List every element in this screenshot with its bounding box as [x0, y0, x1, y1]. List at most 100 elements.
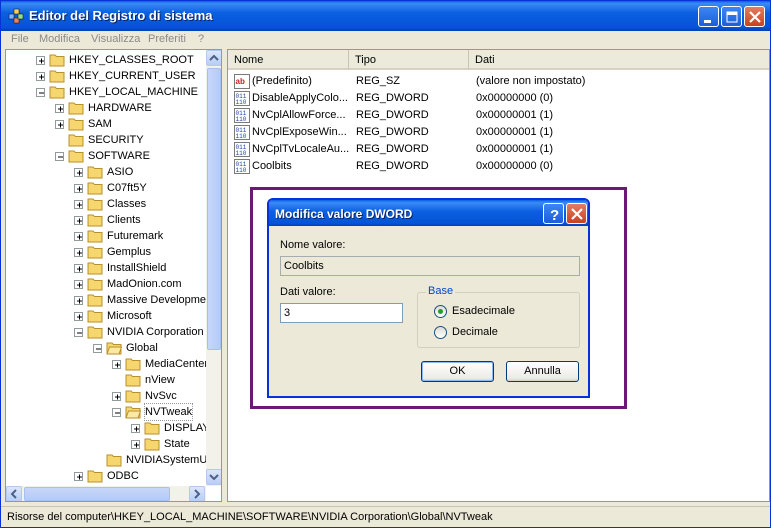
expand-icon[interactable]: [131, 440, 140, 449]
menu-visualizza[interactable]: Visualizza: [91, 33, 140, 45]
dialog-close-button[interactable]: [566, 203, 587, 224]
folder-icon: [87, 310, 103, 323]
value-row[interactable]: ab (Predefinito) REG_SZ (valore non imposta…: [228, 73, 768, 90]
tree-item-label: Clients: [107, 214, 141, 226]
tree-item-label: HKEY_LOCAL_MACHINE: [69, 86, 198, 98]
expand-icon[interactable]: [74, 216, 83, 225]
binary-value-icon: 011110: [234, 125, 250, 140]
value-name: NvCplTvLocaleAu...: [252, 143, 350, 155]
dialog-title-bar[interactable]: Modifica valore DWORD ?: [269, 200, 588, 226]
expand-icon[interactable]: [112, 360, 121, 369]
binary-value-icon: 011110: [234, 108, 250, 123]
tree-item-label: NVTweak: [143, 403, 194, 421]
menu-help[interactable]: ?: [198, 33, 204, 45]
tree-item-label: Global: [126, 342, 158, 354]
scroll-thumb-horizontal[interactable]: [24, 487, 170, 501]
radio-decimal-label[interactable]: Decimale: [452, 326, 498, 338]
expand-icon[interactable]: [74, 200, 83, 209]
value-data: 0x00000001 (1): [476, 109, 554, 121]
radio-hex-label[interactable]: Esadecimale: [452, 305, 515, 317]
collapse-icon[interactable]: [74, 328, 83, 337]
column-header-tipo[interactable]: Tipo: [349, 50, 469, 70]
key-tree[interactable]: HKEY_CLASSES_ROOT HKEY_CURRENT_USER HKEY_L…: [5, 49, 222, 502]
column-header-dati[interactable]: Dati: [469, 50, 769, 70]
radio-selected-dot: [438, 309, 443, 314]
scroll-right-button[interactable]: [189, 486, 205, 501]
folder-icon: [87, 198, 103, 211]
scroll-up-button[interactable]: [206, 50, 221, 66]
menu-file[interactable]: File: [11, 33, 29, 45]
svg-text:ab: ab: [236, 77, 245, 86]
expand-icon[interactable]: [74, 248, 83, 257]
string-value-icon: ab: [234, 74, 250, 89]
collapse-icon[interactable]: [112, 408, 121, 417]
maximize-button[interactable]: [721, 6, 742, 27]
scroll-down-button[interactable]: [206, 469, 221, 485]
value-row[interactable]: 011 110 NvCplAllowForce... REG_DWORD 0x00000…: [228, 107, 768, 124]
tree-item-label: DISPLAY: [164, 422, 210, 434]
regedit-icon: [8, 8, 24, 24]
value-row[interactable]: 011 110 Coolbits REG_DWORD 0x00000000 (0): [228, 158, 768, 175]
expand-icon[interactable]: [74, 280, 83, 289]
close-button[interactable]: [744, 6, 765, 27]
minimize-button[interactable]: [698, 6, 719, 27]
expand-icon[interactable]: [55, 120, 64, 129]
svg-text:110: 110: [236, 133, 247, 140]
expand-icon[interactable]: [55, 104, 64, 113]
expand-icon[interactable]: [74, 312, 83, 321]
radio-hex[interactable]: [434, 305, 447, 318]
help-button[interactable]: ?: [543, 203, 564, 224]
folder-icon: [87, 326, 103, 339]
value-type: REG_DWORD: [356, 126, 429, 138]
menu-modifica[interactable]: Modifica: [39, 33, 80, 45]
edit-dword-dialog: Modifica valore DWORD ? Nome valore: Coo…: [267, 198, 590, 398]
dialog-title: Modifica valore DWORD: [275, 207, 413, 221]
expand-icon[interactable]: [74, 168, 83, 177]
expand-icon[interactable]: [74, 264, 83, 273]
folder-icon: [87, 470, 103, 483]
menu-preferiti[interactable]: Preferiti: [148, 33, 186, 45]
expand-icon[interactable]: [36, 56, 45, 65]
binary-value-icon: 011110: [234, 91, 250, 106]
tree-vertical-scrollbar[interactable]: [206, 50, 221, 486]
expand-icon[interactable]: [74, 184, 83, 193]
value-data: 0x00000001 (1): [476, 126, 554, 138]
tree-item-label: Microsoft: [107, 310, 152, 322]
column-header-nome[interactable]: Nome: [228, 50, 349, 70]
folder-icon: [125, 374, 141, 387]
scroll-thumb[interactable]: [207, 68, 221, 350]
expand-icon[interactable]: [131, 424, 140, 433]
collapse-icon[interactable]: [36, 88, 45, 97]
value-row[interactable]: 011 110 NvCplExposeWin... REG_DWORD 0x000000…: [228, 124, 768, 141]
value-type: REG_DWORD: [356, 92, 429, 104]
svg-text:?: ?: [550, 207, 559, 224]
value-row[interactable]: 011 110 DisableApplyColo... REG_DWORD 0x0000…: [228, 90, 768, 107]
value-row[interactable]: 011 110 NvCplTvLocaleAu... REG_DWORD 0x00000…: [228, 141, 768, 158]
expand-icon[interactable]: [74, 296, 83, 305]
folder-icon: [87, 294, 103, 307]
folder-icon: [125, 358, 141, 371]
ok-button[interactable]: OK: [421, 361, 494, 382]
folder-icon: [49, 86, 65, 99]
collapse-icon[interactable]: [55, 152, 64, 161]
expand-icon[interactable]: [74, 472, 83, 481]
radio-decimal[interactable]: [434, 326, 447, 339]
folder-icon: [87, 230, 103, 243]
value-name: Coolbits: [252, 160, 292, 172]
folder-open-icon: [106, 342, 122, 355]
expand-icon[interactable]: [112, 392, 121, 401]
expand-icon[interactable]: [36, 72, 45, 81]
binary-value-icon: 011110: [234, 159, 250, 174]
expand-icon[interactable]: [74, 232, 83, 241]
folder-icon: [68, 150, 84, 163]
tree-item-label: MediaCenter: [145, 358, 208, 370]
cancel-button[interactable]: Annulla: [506, 361, 579, 382]
svg-text:110: 110: [236, 99, 247, 106]
folder-icon: [144, 438, 160, 451]
maximize-icon: [726, 11, 738, 23]
title-bar[interactable]: Editor del Registro di sistema: [1, 1, 770, 31]
tree-horizontal-scrollbar[interactable]: [6, 486, 206, 501]
collapse-icon[interactable]: [93, 344, 102, 353]
scroll-left-button[interactable]: [6, 486, 22, 501]
value-data-input[interactable]: [280, 303, 403, 323]
